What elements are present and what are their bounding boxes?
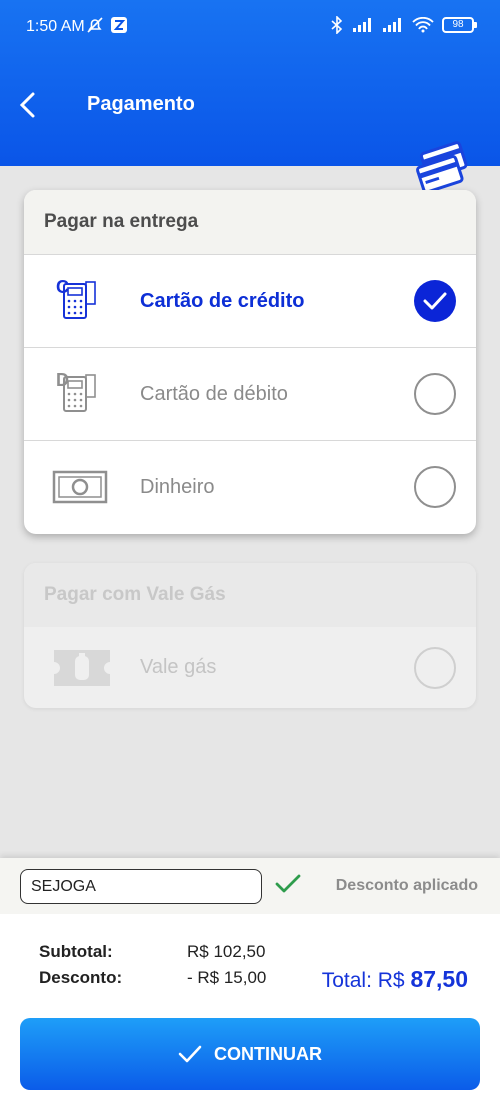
discount-label: Desconto: xyxy=(39,968,123,987)
signal-icon xyxy=(353,18,371,32)
option-label: Dinheiro xyxy=(140,475,215,498)
check-icon xyxy=(275,874,301,893)
option-label: Cartão de débito xyxy=(140,382,288,405)
bluetooth-icon xyxy=(331,16,343,34)
total-label: Total: R$ xyxy=(321,969,405,992)
cash-icon xyxy=(52,470,108,504)
signal-icon xyxy=(383,18,401,32)
coupon-bar: Desconto aplicado xyxy=(0,858,500,914)
option-debit-card[interactable]: D Cartão de débito xyxy=(24,347,476,440)
pay-on-delivery-panel: Pagar na entrega C Cartão de crédito D C… xyxy=(24,190,476,534)
check-icon xyxy=(423,292,447,310)
option-credit-card[interactable]: C Cartão de crédito xyxy=(24,254,476,347)
wifi-icon xyxy=(412,17,434,33)
discount-value: - R$ 15,00 xyxy=(187,968,267,987)
radio-checked[interactable] xyxy=(414,280,456,322)
gas-voucher-icon xyxy=(54,649,110,686)
option-label: Vale gás xyxy=(140,656,217,678)
credit-card-machine-icon: C xyxy=(56,277,96,319)
option-label: Cartão de crédito xyxy=(140,289,305,312)
app-notification-icon xyxy=(111,17,127,33)
notification-off-icon xyxy=(87,17,103,33)
back-button[interactable] xyxy=(10,88,44,122)
section-title: Pagar com Vale Gás xyxy=(24,563,476,627)
section-title: Pagar na entrega xyxy=(24,190,476,254)
subtotal-value: R$ 102,50 xyxy=(187,942,266,961)
radio-unchecked[interactable] xyxy=(414,373,456,415)
radio-unchecked xyxy=(414,646,456,689)
svg-text:D: D xyxy=(56,370,69,390)
status-bar: 1:50 AM 98 xyxy=(0,0,500,56)
status-time: 1:50 AM xyxy=(26,18,85,35)
option-cash[interactable]: Dinheiro xyxy=(24,440,476,533)
option-gas-voucher: Vale gás xyxy=(24,627,476,708)
debit-card-machine-icon: D xyxy=(56,370,96,412)
page-title: Pagamento xyxy=(87,93,195,115)
total: Total: R$ 87,50 xyxy=(322,966,468,993)
svg-text:C: C xyxy=(56,277,69,297)
check-icon xyxy=(178,1045,202,1063)
order-summary: Subtotal: R$ 102,50 Desconto: - R$ 15,00… xyxy=(0,914,500,1111)
continue-button[interactable]: CONTINUAR xyxy=(20,1018,480,1090)
radio-unchecked[interactable] xyxy=(414,466,456,508)
continue-label: CONTINUAR xyxy=(214,1043,322,1064)
subtotal-label: Subtotal: xyxy=(39,942,113,961)
discount-status: Desconto aplicado xyxy=(335,877,478,894)
credit-cards-icon xyxy=(416,141,468,194)
coupon-input[interactable] xyxy=(20,869,262,904)
total-amount: 87,50 xyxy=(410,966,468,992)
battery-indicator: 98 xyxy=(442,17,477,33)
chevron-left-icon xyxy=(19,92,35,118)
gas-voucher-panel: Pagar com Vale Gás Vale gás xyxy=(24,563,476,708)
